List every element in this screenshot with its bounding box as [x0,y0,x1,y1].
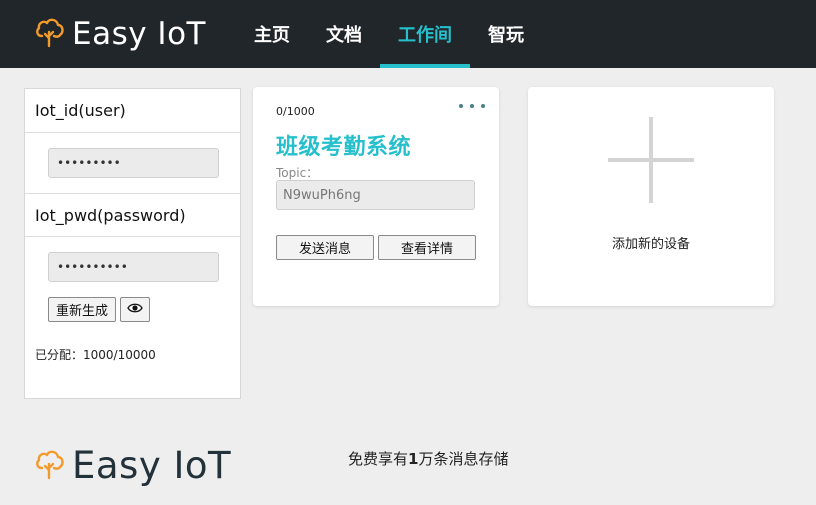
view-details-button[interactable]: 查看详情 [378,235,476,260]
assigned-quota: 已分配：1000/10000 [35,348,156,362]
brand-logo[interactable]: Easy IoT [34,16,206,52]
show-password-button[interactable] [120,297,151,322]
credential-actions: 重新生成 [25,297,240,322]
topic-input[interactable] [276,180,475,210]
device-name: 班级考勤系统 [276,135,412,160]
password-field-row [25,237,240,297]
password-input[interactable] [48,252,219,282]
device-actions: 发送消息 查看详情 [276,235,476,260]
device-card: 0/1000 班级考勤系统 Topic： 发送消息 查看详情 [253,87,499,306]
eye-icon [127,302,143,318]
topic-label: Topic： [276,166,319,180]
cloud-tree-icon [34,16,64,52]
user-id-title: Iot_id(user) [25,89,240,133]
top-navbar: Easy IoT 主页 文档 工作间 智玩 [0,0,816,68]
brand-name: Easy IoT [72,16,206,52]
send-message-button[interactable]: 发送消息 [276,235,374,260]
password-title: Iot_pwd(password) [25,193,240,237]
add-device-card[interactable]: 添加新的设备 [528,87,774,306]
storage-note: 免费享有1万条消息存储 [348,450,509,468]
footer-logo: Easy IoT [34,444,231,487]
nav-item-play[interactable]: 智玩 [470,0,542,68]
nav-item-docs[interactable]: 文档 [308,0,380,68]
main-nav: 主页 文档 工作间 智玩 [236,0,542,68]
nav-item-home[interactable]: 主页 [236,0,308,68]
user-id-field-row [25,133,240,193]
user-id-input[interactable] [48,148,219,178]
add-device-label: 添加新的设备 [611,237,690,252]
message-count: 0/1000 [276,105,315,118]
footer-brand-name: Easy IoT [72,444,232,487]
more-options-icon[interactable] [459,99,485,113]
cloud-tree-icon [34,448,64,484]
regenerate-button[interactable]: 重新生成 [48,297,117,322]
nav-item-workspace[interactable]: 工作间 [380,0,470,68]
credentials-panel: Iot_id(user) Iot_pwd(password) 重新生成 已分配：… [24,88,241,399]
